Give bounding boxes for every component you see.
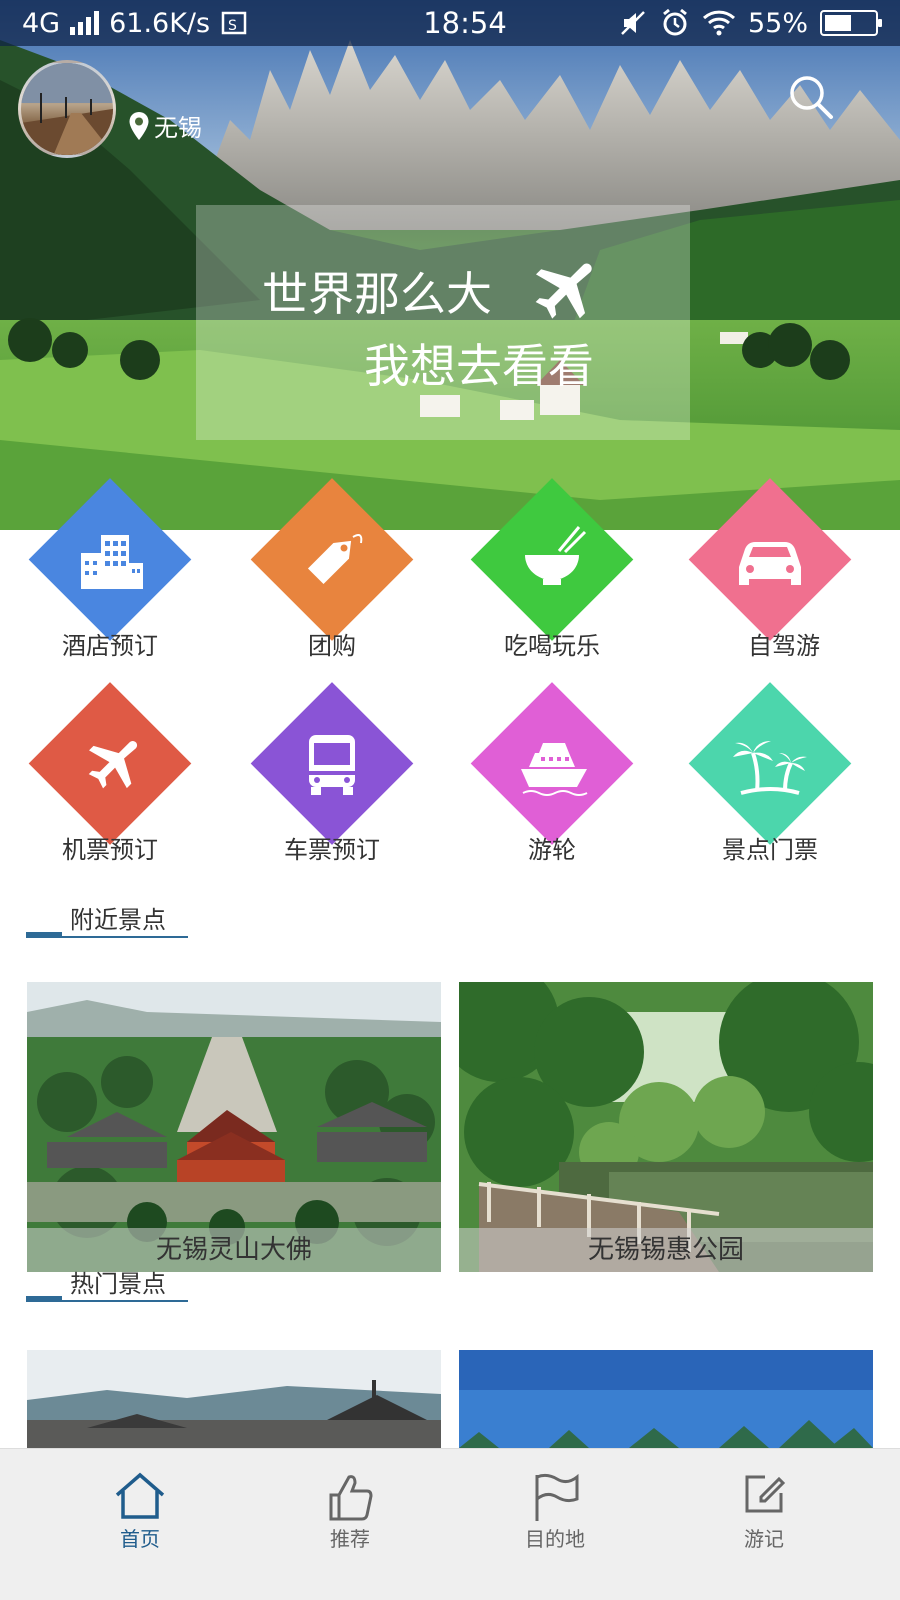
hero-banner: 世界那么大 我想去看看 无锡 (0, 0, 900, 530)
nearby-card-lingshan[interactable]: 无锡灵山大佛 (27, 982, 441, 1272)
hot-card-1[interactable] (27, 1350, 441, 1448)
search-icon (790, 76, 833, 119)
battery-percent: 55% (747, 7, 808, 39)
signal-icon (70, 11, 100, 35)
airplane-icon (535, 263, 592, 319)
tab-label: 首页 (120, 1527, 160, 1551)
building-icon (81, 535, 143, 589)
category-label: 游轮 (528, 836, 576, 864)
tab-recommend[interactable]: 推荐 (290, 1449, 410, 1559)
category-hotel[interactable]: 酒店预订 (10, 478, 210, 680)
hot-photo-karst (459, 1350, 873, 1448)
wifi-icon (702, 10, 736, 36)
search-button[interactable] (786, 72, 836, 122)
car-icon (739, 542, 801, 585)
category-label: 团购 (308, 632, 356, 660)
category-group-buy[interactable]: 团购 (232, 478, 432, 680)
category-cruise[interactable]: 游轮 (452, 682, 652, 884)
tab-home[interactable]: 首页 (80, 1449, 200, 1559)
network-speed: 61.6K/s (109, 7, 211, 39)
category-self-drive[interactable]: 自驾游 (670, 478, 870, 680)
slogan-line-2: 我想去看看 (364, 339, 594, 393)
category-label: 机票预订 (62, 836, 158, 864)
tab-label: 目的地 (525, 1527, 585, 1551)
hot-section-title: 热门景点 (26, 1262, 188, 1302)
category-label: 自驾游 (748, 632, 820, 660)
tab-label: 游记 (744, 1527, 784, 1551)
thumbs-up-icon (329, 1475, 373, 1521)
location-pin-icon (129, 111, 149, 140)
hot-photo-ancient-town (27, 1350, 441, 1448)
plane-icon (88, 740, 138, 789)
tab-travel-notes[interactable]: 游记 (704, 1449, 824, 1559)
section-heading: 热门景点 (70, 1270, 166, 1298)
user-avatar[interactable] (18, 60, 116, 158)
bottom-nav: 首页 推荐 目的地 游记 (0, 1448, 900, 1600)
bowl-icon (525, 526, 587, 585)
category-tickets[interactable]: 景点门票 (670, 682, 870, 884)
category-label: 景点门票 (722, 836, 818, 864)
clock: 18:54 (423, 6, 507, 40)
category-bus-ticket[interactable]: 车票预订 (232, 682, 432, 884)
slogan-line-1: 世界那么大 (262, 267, 492, 321)
hot-card-2[interactable] (459, 1350, 873, 1448)
category-label: 车票预订 (284, 836, 380, 864)
nearby-card-xihui[interactable]: 无锡锡惠公园 (459, 982, 873, 1272)
location-label: 无锡 (154, 114, 202, 142)
category-food-fun[interactable]: 吃喝玩乐 (452, 478, 652, 680)
nearby-card-caption: 无锡锡惠公园 (459, 1228, 873, 1272)
category-label: 酒店预订 (62, 632, 158, 660)
tab-label: 推荐 (330, 1527, 370, 1551)
flag-icon (535, 1473, 579, 1521)
network-type: 4G (22, 7, 61, 39)
location-selector[interactable]: 无锡 (128, 108, 202, 143)
battery-icon (820, 10, 882, 36)
alarm-icon (663, 8, 687, 36)
tab-destination[interactable]: 目的地 (495, 1449, 615, 1559)
screenshot-icon: S (221, 11, 247, 35)
category-flight[interactable]: 机票预订 (10, 682, 210, 884)
mute-icon (621, 11, 645, 35)
tag-icon (307, 534, 363, 585)
bus-icon (309, 735, 355, 795)
edit-icon (745, 1475, 786, 1513)
ship-icon (521, 743, 588, 796)
svg-text:S: S (228, 18, 237, 34)
palm-icon (733, 741, 807, 795)
status-bar: 4G 61.6K/s S 18:54 55% (0, 0, 900, 46)
home-icon (115, 1472, 165, 1519)
section-heading: 附近景点 (70, 906, 166, 934)
category-label: 吃喝玩乐 (504, 632, 600, 660)
nearby-section-title: 附近景点 (26, 898, 188, 938)
